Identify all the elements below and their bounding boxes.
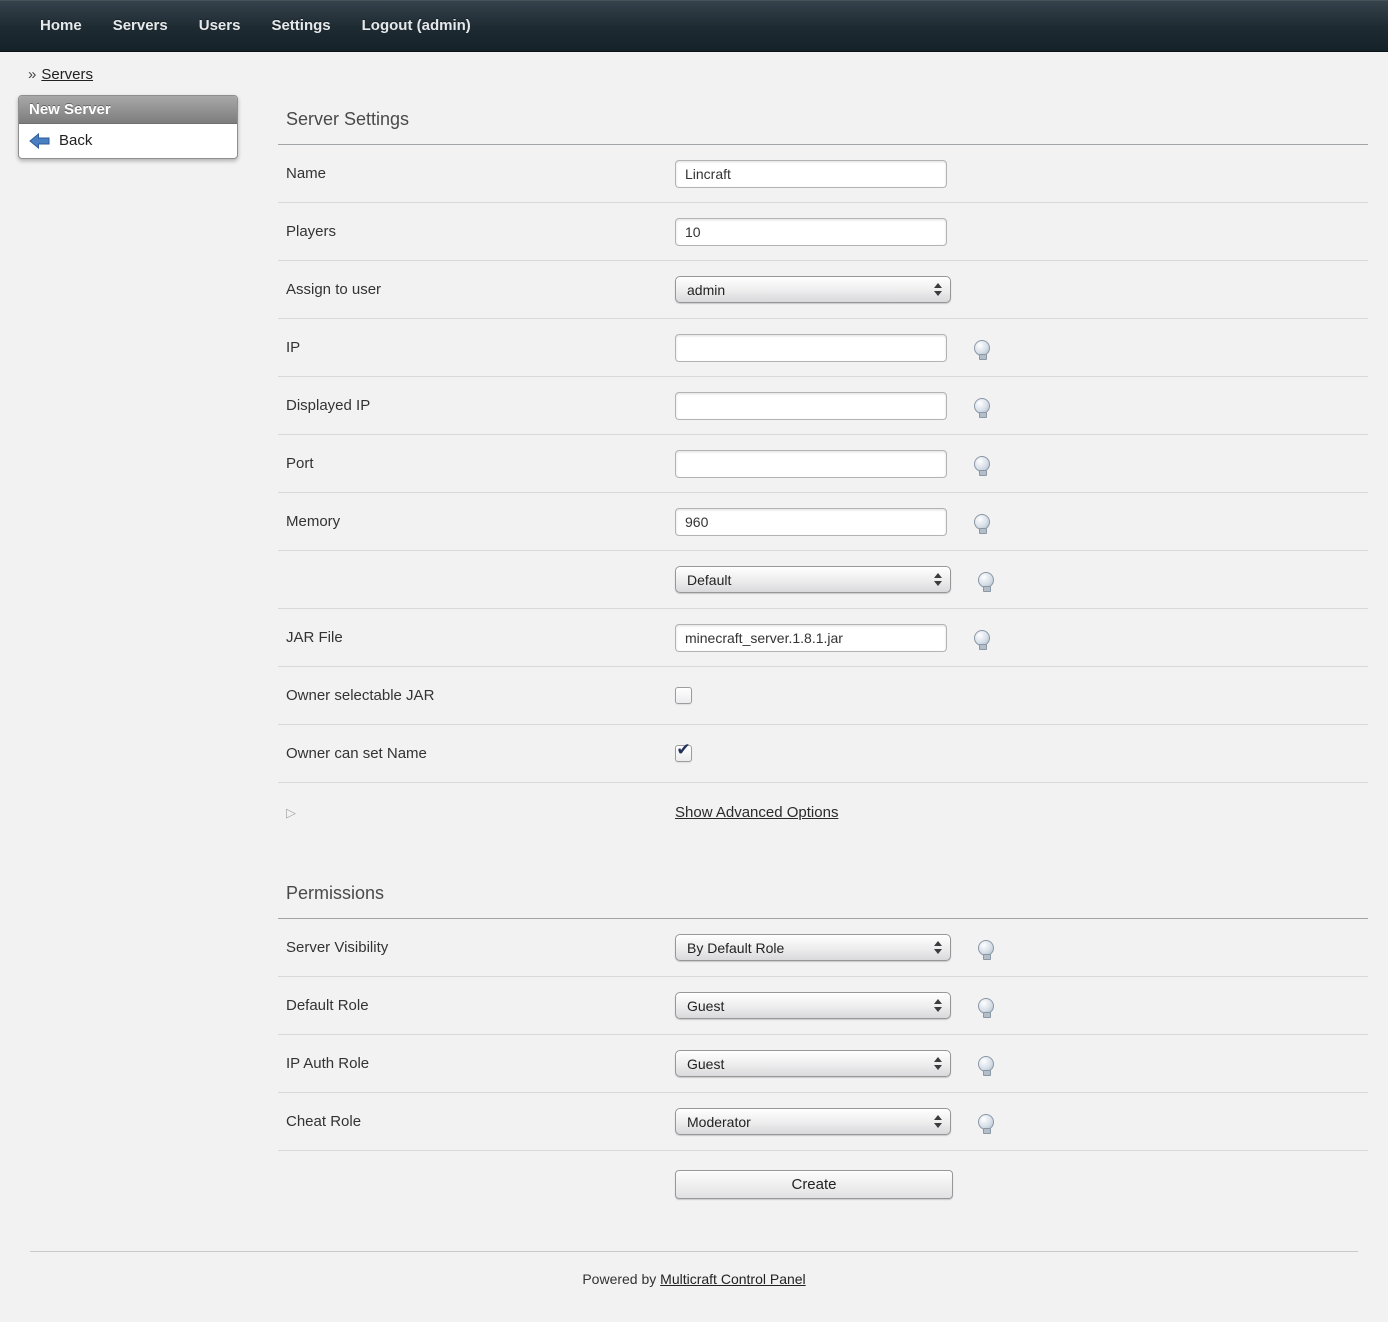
jar-file-label: JAR File [278, 629, 675, 646]
select-spinner-icon [934, 1057, 942, 1070]
select-spinner-icon [934, 573, 942, 586]
cheat-role-label: Cheat Role [278, 1113, 675, 1130]
port-label: Port [278, 455, 675, 472]
server-settings-form: Name Players Assign to user admin [278, 145, 1368, 841]
sidebar-title: New Server [19, 96, 237, 124]
create-button[interactable]: Create [675, 1170, 953, 1199]
form-row-name: Name [278, 145, 1368, 203]
footer-link-multicraft[interactable]: Multicraft Control Panel [660, 1271, 806, 1287]
form-row-jar-preset: Default [278, 551, 1368, 609]
breadcrumb-separator: » [28, 66, 36, 83]
permissions-form: Server Visibility By Default Role Defaul… [278, 919, 1368, 1209]
form-row-ip: IP [278, 319, 1368, 377]
ip-auth-role-selected-value: Guest [687, 1056, 724, 1072]
players-input[interactable] [675, 218, 947, 246]
ip-auth-role-hint-lightbulb-icon[interactable] [978, 1056, 994, 1072]
permissions-title: Permissions [278, 871, 1368, 918]
owner-selectable-jar-checkbox[interactable] [675, 687, 692, 704]
owner-selectable-jar-label: Owner selectable JAR [278, 687, 675, 704]
nav-item-logout[interactable]: Logout (admin) [362, 17, 471, 34]
ip-input[interactable] [675, 334, 947, 362]
jar-preset-hint-lightbulb-icon[interactable] [978, 572, 994, 588]
top-nav: Home Servers Users Settings Logout (admi… [0, 0, 1388, 52]
form-row-owner-selectable-jar: Owner selectable JAR [278, 667, 1368, 725]
nav-item-users[interactable]: Users [199, 17, 241, 34]
form-row-default-role: Default Role Guest [278, 977, 1368, 1035]
jar-preset-selected-value: Default [687, 572, 731, 588]
form-row-cheat-role: Cheat Role Moderator [278, 1093, 1368, 1151]
show-advanced-options-link[interactable]: Show Advanced Options [675, 804, 838, 821]
server-settings-title: Server Settings [278, 97, 1368, 144]
default-role-select[interactable]: Guest [675, 992, 951, 1019]
default-role-label: Default Role [278, 997, 675, 1014]
port-input[interactable] [675, 450, 947, 478]
breadcrumb-link-servers[interactable]: Servers [41, 66, 93, 83]
form-row-port: Port [278, 435, 1368, 493]
form-row-server-visibility: Server Visibility By Default Role [278, 919, 1368, 977]
name-label: Name [278, 165, 675, 182]
form-row-assign-to-user: Assign to user admin [278, 261, 1368, 319]
footer: Powered by Multicraft Control Panel [30, 1251, 1358, 1315]
displayed-ip-input[interactable] [675, 392, 947, 420]
cheat-role-select[interactable]: Moderator [675, 1108, 951, 1135]
form-row-ip-auth-role: IP Auth Role Guest [278, 1035, 1368, 1093]
assign-to-user-label: Assign to user [278, 281, 675, 298]
form-row-players: Players [278, 203, 1368, 261]
select-spinner-icon [934, 941, 942, 954]
jar-file-hint-lightbulb-icon[interactable] [974, 630, 990, 646]
memory-label: Memory [278, 513, 675, 530]
form-row-memory: Memory [278, 493, 1368, 551]
default-role-selected-value: Guest [687, 998, 724, 1014]
cheat-role-selected-value: Moderator [687, 1114, 751, 1130]
server-visibility-label: Server Visibility [278, 939, 675, 956]
players-label: Players [278, 223, 675, 240]
form-row-owner-can-set-name: Owner can set Name ✔ [278, 725, 1368, 783]
default-role-hint-lightbulb-icon[interactable] [978, 998, 994, 1014]
ip-label: IP [278, 339, 675, 356]
name-input[interactable] [675, 160, 947, 188]
memory-input[interactable] [675, 508, 947, 536]
select-spinner-icon [934, 283, 942, 296]
jar-file-input[interactable] [675, 624, 947, 652]
cheat-role-hint-lightbulb-icon[interactable] [978, 1114, 994, 1130]
checkbox-checkmark: ✔ [676, 742, 690, 759]
form-row-create: Create [278, 1151, 1368, 1209]
main-content: Server Settings Name Players Assign t [278, 95, 1368, 1209]
owner-can-set-name-checkbox[interactable]: ✔ [675, 745, 692, 762]
advanced-options-toggle-triangle-icon[interactable]: ▷ [286, 805, 296, 820]
ip-auth-role-select[interactable]: Guest [675, 1050, 951, 1077]
nav-item-settings[interactable]: Settings [271, 17, 330, 34]
back-button[interactable]: Back [19, 124, 237, 158]
assign-to-user-select[interactable]: admin [675, 276, 951, 303]
nav-item-servers[interactable]: Servers [113, 17, 168, 34]
server-visibility-hint-lightbulb-icon[interactable] [978, 940, 994, 956]
assign-to-user-selected-value: admin [687, 282, 725, 298]
form-row-jar-file: JAR File [278, 609, 1368, 667]
breadcrumb: » Servers [0, 52, 1388, 87]
select-spinner-icon [934, 999, 942, 1012]
form-row-advanced-options: ▷ Show Advanced Options [278, 783, 1368, 841]
back-button-label: Back [59, 132, 92, 149]
sidebar-panel: New Server Back [18, 95, 238, 159]
server-visibility-selected-value: By Default Role [687, 940, 784, 956]
form-row-displayed-ip: Displayed IP [278, 377, 1368, 435]
server-visibility-select[interactable]: By Default Role [675, 934, 951, 961]
ip-hint-lightbulb-icon[interactable] [974, 340, 990, 356]
footer-text: Powered by [582, 1271, 656, 1287]
ip-auth-role-label: IP Auth Role [278, 1055, 675, 1072]
back-arrow-icon [29, 133, 50, 149]
jar-preset-select[interactable]: Default [675, 566, 951, 593]
memory-hint-lightbulb-icon[interactable] [974, 514, 990, 530]
page: Home Servers Users Settings Logout (admi… [0, 0, 1388, 1322]
port-hint-lightbulb-icon[interactable] [974, 456, 990, 472]
displayed-ip-hint-lightbulb-icon[interactable] [974, 398, 990, 414]
nav-item-home[interactable]: Home [40, 17, 82, 34]
owner-can-set-name-label: Owner can set Name [278, 745, 675, 762]
displayed-ip-label: Displayed IP [278, 397, 675, 414]
select-spinner-icon [934, 1115, 942, 1128]
